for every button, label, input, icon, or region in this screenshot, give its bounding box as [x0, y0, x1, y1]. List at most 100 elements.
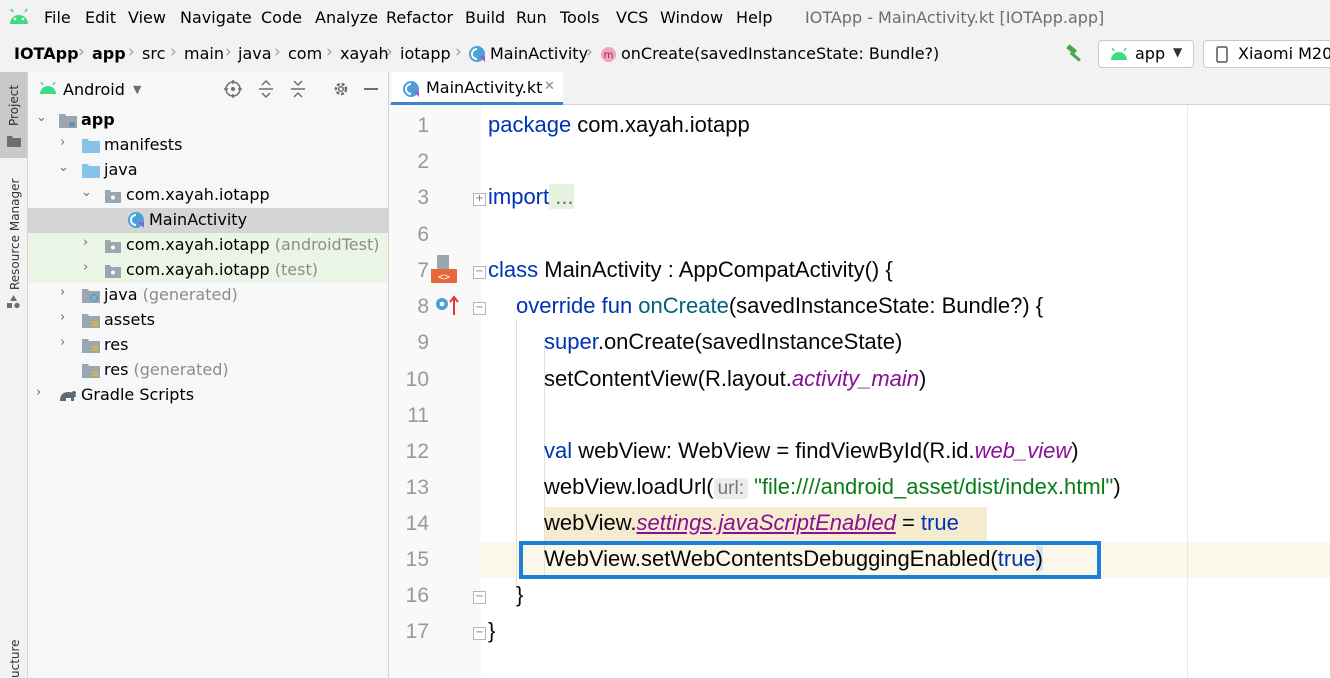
- menu-build[interactable]: Build: [465, 8, 505, 27]
- hammer-icon[interactable]: [1064, 43, 1086, 69]
- tree-item-gradle-scripts[interactable]: › Gradle Scripts: [28, 383, 388, 408]
- chevron-right-icon[interactable]: ›: [60, 310, 65, 325]
- menu-analyze[interactable]: Analyze: [315, 8, 378, 27]
- override-icon[interactable]: [435, 295, 459, 321]
- generated-folder-icon: [82, 288, 100, 307]
- chevron-right-icon[interactable]: ›: [60, 335, 65, 350]
- tree-item-package-test[interactable]: › com.xayah.iotapp (test): [28, 258, 388, 283]
- layout-icon[interactable]: <>: [431, 255, 457, 289]
- kotlin-class-icon: [127, 211, 145, 233]
- tree-item-manifests[interactable]: › manifests: [28, 133, 388, 158]
- chevron-right-icon: ›: [586, 42, 593, 62]
- breadcrumb-src[interactable]: src: [142, 44, 165, 63]
- expand-all-icon[interactable]: [258, 79, 274, 102]
- tree-item-label: java: [104, 160, 138, 179]
- chevron-right-icon[interactable]: ›: [60, 135, 65, 150]
- hide-icon[interactable]: [364, 88, 378, 90]
- breadcrumb-method[interactable]: onCreate(savedInstanceState: Bundle?): [621, 44, 939, 63]
- gear-icon[interactable]: [332, 80, 350, 102]
- navigation-bar: IOTApp › app › src › main › java › com ›…: [0, 36, 1330, 73]
- tree-item-mainactivity[interactable]: MainActivity: [28, 208, 388, 233]
- resource-manager-tool-button[interactable]: Resource Manager: [0, 168, 27, 318]
- run-config-select[interactable]: app ▼: [1098, 40, 1194, 68]
- chevron-right-icon[interactable]: ›: [36, 385, 41, 400]
- chevron-right-icon: ›: [225, 42, 232, 62]
- code-line-7: class MainActivity : AppCompatActivity()…: [488, 257, 893, 283]
- device-select[interactable]: Xiaomi M200: [1203, 40, 1330, 68]
- fold-expand-icon[interactable]: +: [473, 193, 486, 206]
- breadcrumb-java[interactable]: java: [238, 44, 272, 63]
- chevron-down-icon[interactable]: ⌄: [81, 185, 92, 200]
- fold-collapse-icon[interactable]: −: [473, 266, 486, 279]
- chevron-right-icon[interactable]: ›: [83, 235, 88, 250]
- property-token: settings: [636, 510, 713, 535]
- code-line-1: package com.xayah.iotapp: [488, 112, 750, 138]
- code-editor[interactable]: 1 2 3 6 7 8 9 10 11 12 13 14 15 16 17 <>…: [389, 105, 1330, 678]
- menu-file[interactable]: File: [44, 8, 71, 27]
- close-icon[interactable]: ✕: [544, 79, 555, 94]
- line-number: 1: [417, 114, 429, 137]
- menu-view[interactable]: View: [128, 8, 166, 27]
- breadcrumb-module[interactable]: app: [92, 44, 126, 63]
- breadcrumb-xayah[interactable]: xayah: [340, 44, 389, 63]
- code-token: webView: WebView = findViewById(R.id.: [572, 438, 975, 463]
- breadcrumb-class[interactable]: MainActivity: [490, 44, 588, 63]
- folded-imports[interactable]: ...: [549, 184, 574, 209]
- menu-refactor[interactable]: Refactor: [386, 8, 453, 27]
- tree-item-package-androidtest[interactable]: › com.xayah.iotapp (androidTest): [28, 233, 388, 258]
- chevron-right-icon: ›: [386, 42, 393, 62]
- menu-code[interactable]: Code: [261, 8, 302, 27]
- code-token: .onCreate(savedInstanceState): [597, 329, 903, 354]
- code-line-16: }: [516, 582, 524, 607]
- fold-end-icon[interactable]: −: [473, 627, 486, 640]
- code-line-17: }: [488, 618, 496, 643]
- chevron-right-icon: ›: [78, 42, 85, 62]
- locate-icon[interactable]: [224, 80, 242, 102]
- menu-edit[interactable]: Edit: [85, 8, 116, 27]
- chevron-right-icon[interactable]: ›: [83, 260, 88, 275]
- tree-item-res-generated[interactable]: res (generated): [28, 358, 388, 383]
- android-studio-icon: [8, 8, 30, 30]
- tree-item-java-generated[interactable]: › java (generated): [28, 283, 388, 308]
- code-token: webView.loadUrl(: [544, 474, 714, 499]
- chevron-down-icon[interactable]: ⌄: [58, 160, 69, 175]
- tree-item-label: java (generated): [104, 285, 238, 304]
- collapse-all-icon[interactable]: [290, 80, 306, 102]
- menu-run[interactable]: Run: [516, 8, 547, 27]
- project-tool-button[interactable]: Project: [0, 72, 27, 158]
- code-token: =: [895, 510, 921, 535]
- line-number: 10: [405, 368, 429, 391]
- tree-item-package[interactable]: ⌄ com.xayah.iotapp: [28, 183, 388, 208]
- tree-item-res[interactable]: › res: [28, 333, 388, 358]
- menu-help[interactable]: Help: [736, 8, 772, 27]
- code-line-9: super.onCreate(savedInstanceState): [544, 329, 902, 355]
- tab-mainactivity[interactable]: MainActivity.kt ✕: [391, 72, 563, 105]
- menu-vcs[interactable]: VCS: [616, 8, 648, 27]
- keyword-token: package: [488, 112, 572, 137]
- folder-icon: [82, 138, 100, 157]
- fold-end-icon[interactable]: −: [473, 591, 486, 604]
- tree-item-name: com.xayah.iotapp: [126, 235, 270, 254]
- chevron-right-icon[interactable]: ›: [60, 285, 65, 300]
- chevron-down-icon[interactable]: ▼: [133, 83, 141, 96]
- tree-item-app[interactable]: ⌄ app: [28, 108, 388, 133]
- chevron-down-icon[interactable]: ⌄: [36, 110, 47, 125]
- breadcrumb-iotapp[interactable]: iotapp: [400, 44, 451, 63]
- menu-navigate[interactable]: Navigate: [180, 8, 252, 27]
- breadcrumb-com[interactable]: com: [288, 44, 322, 63]
- tree-item-assets[interactable]: › assets: [28, 308, 388, 333]
- tree-item-java[interactable]: ⌄ java: [28, 158, 388, 183]
- menu-window[interactable]: Window: [660, 8, 723, 27]
- breadcrumb-main[interactable]: main: [184, 44, 224, 63]
- view-mode-select[interactable]: Android: [63, 80, 125, 99]
- keyword-token: override fun: [516, 293, 633, 318]
- fold-collapse-icon[interactable]: −: [473, 302, 486, 315]
- android-icon: [39, 80, 57, 99]
- breadcrumb-project[interactable]: IOTApp: [14, 44, 79, 63]
- resource-folder-icon: [82, 363, 100, 382]
- menu-tools[interactable]: Tools: [560, 8, 599, 27]
- gradle-icon: [58, 388, 78, 407]
- line-number: 9: [417, 331, 429, 354]
- tree-item-name: res: [104, 360, 129, 379]
- structure-tool-button[interactable]: ucture: [0, 622, 27, 678]
